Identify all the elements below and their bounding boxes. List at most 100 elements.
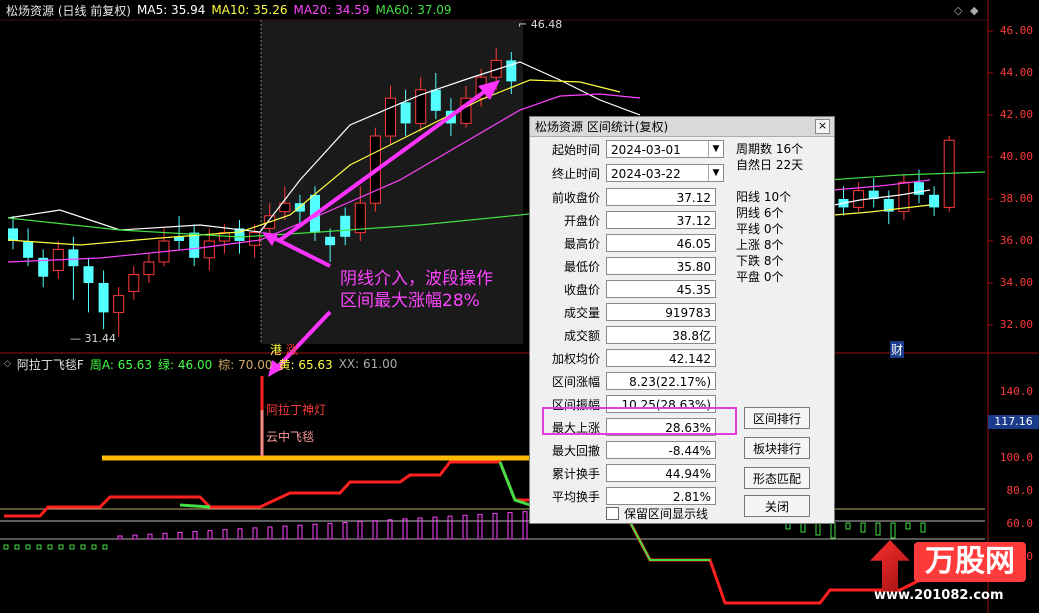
indicator-tick-label: 80.0 (1006, 484, 1034, 497)
summary-stat: 阳线 10个 (736, 190, 792, 204)
annotation-line2: 区间最大涨幅28% (340, 291, 480, 311)
indicator-xx: XX: 61.00 (338, 357, 398, 371)
range-stats-dialog[interactable]: 松炀资源 区间统计(复权) × 起始时间 2024-03-01 ▼ 终止时间 20… (529, 116, 835, 524)
keep-range-lines-checkbox[interactable]: 保留区间显示线 (606, 505, 708, 522)
stat-label: 成交量 (563, 305, 600, 320)
stat-row: 平均换手 2.81% (538, 486, 716, 506)
summary-stat: 下跌 8个 (736, 254, 784, 268)
indicator-lv: 绿: 46.00 (158, 357, 213, 372)
diamond-icon[interactable]: ◇ (954, 4, 962, 17)
high-mark: ⌐ 46.48 (518, 18, 563, 31)
stock-title: 松炀资源 (日线 前复权) (6, 3, 131, 18)
ma20-value: MA20: 34.59 (293, 3, 370, 17)
stat-value: 919783 (606, 303, 716, 321)
end-time-label: 终止时间 (551, 166, 600, 181)
start-time-select[interactable]: 2024-03-01 ▼ (606, 140, 724, 158)
stat-value: 38.8亿 (606, 326, 716, 344)
end-time-select[interactable]: 2024-03-22 ▼ (606, 164, 724, 182)
indicator-zhou: 周A: 65.63 (89, 357, 153, 372)
arrow-logo-icon (870, 540, 910, 592)
indicator-huang: 黄: 65.63 (278, 357, 333, 372)
checkbox-box[interactable] (606, 507, 619, 520)
stat-label: 平均换手 (551, 489, 600, 504)
dialog-titlebar[interactable]: 松炀资源 区间统计(复权) × (530, 117, 834, 137)
indicator-zong: 棕: 70.00 (218, 357, 273, 372)
summary-stat: 平盘 0个 (736, 270, 784, 284)
stat-row: 加权均价 42.142 (538, 348, 716, 368)
stat-value: 8.23(22.17%) (606, 372, 716, 390)
indicator-tick-label: 140.0 (999, 385, 1033, 398)
chevron-down-icon[interactable]: ▼ (708, 165, 723, 181)
stat-row: 成交额 38.8亿 (538, 325, 716, 345)
indicator-toggle-icon[interactable]: ◇ (4, 359, 11, 369)
stat-row: 累计换手 44.94% (538, 463, 716, 483)
annotation-line1: 阴线介入，波段操作 (340, 269, 493, 289)
summary-stat: 上涨 8个 (736, 238, 784, 252)
stat-row: 最低价 35.80 (538, 256, 716, 276)
annotation-text: 阴线介入，波段操作 区间最大涨幅28% (340, 268, 493, 312)
stat-label: 最低价 (563, 259, 600, 274)
indicator-tick-label: 60.0 (1006, 517, 1034, 530)
stat-row: 前收盘价 37.12 (538, 187, 716, 207)
price-tick-label: 38.00 (999, 192, 1033, 205)
stat-label: 累计换手 (551, 466, 600, 481)
stat-row: 成交量 919783 (538, 302, 716, 322)
stat-label: 区间涨幅 (551, 374, 600, 389)
indicator-name: 阿拉丁飞毯F (16, 357, 84, 372)
dialog-title: 松炀资源 区间统计(复权) (535, 120, 669, 134)
summary-stat: 平线 0个 (736, 222, 784, 236)
stat-value: 37.12 (606, 211, 716, 229)
ma10-value: MA10: 35.26 (211, 3, 288, 17)
price-tick-label: 36.00 (999, 234, 1033, 247)
stat-row: 收盘价 45.35 (538, 279, 716, 299)
stat-value: 42.142 (606, 349, 716, 367)
summary-stat: 阴线 6个 (736, 206, 784, 220)
price-tick-label: 34.00 (999, 276, 1033, 289)
range-rank-button[interactable]: 区间排行 (744, 407, 810, 429)
stat-row: 区间涨幅 8.23(22.17%) (538, 371, 716, 391)
stat-label: 最高价 (563, 236, 600, 251)
settings-diamond-icon[interactable]: ◆ (970, 4, 978, 17)
watermark-url: www.201082.com (874, 588, 1004, 603)
stat-value: 2.81% (606, 487, 716, 505)
stat-label: 加权均价 (551, 351, 600, 366)
start-time-row: 起始时间 2024-03-01 ▼ (538, 139, 724, 159)
max-rise-highlight (542, 407, 737, 435)
stat-label: 收盘价 (563, 282, 600, 297)
stat-row: 最高价 46.05 (538, 233, 716, 253)
stat-label: 成交额 (563, 328, 600, 343)
close-icon[interactable]: × (815, 119, 830, 134)
stat-value: 37.12 (606, 188, 716, 206)
stat-row: 开盘价 37.12 (538, 210, 716, 230)
close-button[interactable]: 关闭 (744, 495, 810, 517)
stat-label: 开盘价 (563, 213, 600, 228)
stat-value: 44.94% (606, 464, 716, 482)
stat-value: 35.80 (606, 257, 716, 275)
price-tick-label: 44.00 (999, 66, 1033, 79)
price-tick-label: 40.00 (999, 150, 1033, 163)
chart-header: 松炀资源 (日线 前复权) MA5: 35.94 MA10: 35.26 MA2… (0, 0, 991, 20)
checkbox-label: 保留区间显示线 (624, 507, 709, 521)
stat-value: 45.35 (606, 280, 716, 298)
kline-chart[interactable] (0, 0, 1039, 613)
aladdin-label: 阿拉丁神灯 (266, 403, 327, 417)
ma5-value: MA5: 35.94 (137, 3, 206, 17)
chevron-down-icon[interactable]: ▼ (708, 141, 723, 157)
pattern-match-button[interactable]: 形态匹配 (744, 467, 810, 489)
sector-rank-button[interactable]: 板块排行 (744, 437, 810, 459)
start-time-label: 起始时间 (551, 142, 600, 157)
price-tick-label: 32.00 (999, 318, 1033, 331)
stat-row: 最大回撤 -8.44% (538, 440, 716, 460)
ma60-value: MA60: 37.09 (375, 3, 452, 17)
stat-label: 最大回撤 (551, 443, 600, 458)
indicator-tick-label: 100.0 (999, 451, 1033, 464)
watermark-brand: 万股网 (914, 542, 1026, 582)
stat-label: 前收盘价 (551, 190, 600, 205)
low-mark: — 31.44 (70, 332, 116, 345)
end-time-row: 终止时间 2024-03-22 ▼ (538, 163, 724, 183)
watermark-logo: 万股网 www.201082.com (870, 540, 1030, 606)
stat-value: -8.44% (606, 441, 716, 459)
price-tick-label: 46.00 (999, 24, 1033, 37)
summary-stat: 周期数 16个 (736, 142, 804, 156)
indicator-current-value: 117.16 (988, 415, 1039, 429)
